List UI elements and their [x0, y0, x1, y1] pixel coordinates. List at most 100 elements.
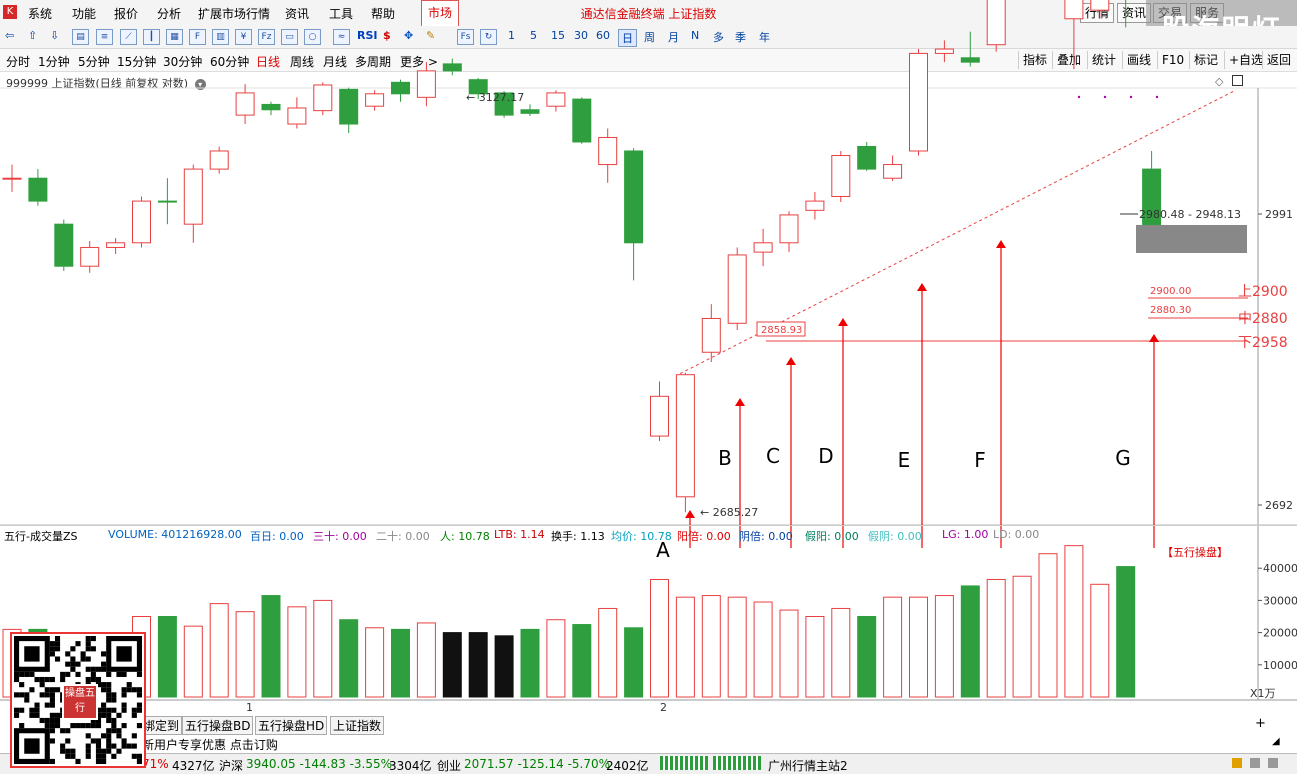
vol-ld: LD: 0.00 [993, 528, 1040, 541]
volume-bar [546, 619, 566, 698]
qr-module [54, 687, 61, 693]
qr-module [126, 687, 132, 693]
candle-body [960, 57, 980, 63]
kline-chart[interactable]: ← 3127.17 ← 2685.27 2858.93 2980.48 - 2948.… [0, 0, 1297, 773]
qr-module [131, 707, 137, 713]
bottom-promo-link[interactable]: 新用户专享优惠 点击订购 [142, 736, 278, 753]
vol-ershi: 二十: 0.00 [376, 530, 430, 543]
volume-bar [753, 601, 773, 698]
qr-module [54, 641, 61, 647]
signal-arrow-head [685, 510, 695, 518]
qr-module [101, 687, 107, 693]
qr-module [29, 687, 35, 693]
bottom-tab-bd[interactable]: 五行操盘BD [182, 716, 254, 735]
qr-module [14, 692, 20, 698]
candle-body [365, 93, 385, 107]
volume-bar [572, 624, 592, 698]
qr-module [70, 748, 76, 754]
signal-letter-e: E [898, 448, 911, 472]
marker-dot [1077, 95, 1081, 99]
volume-bar [261, 595, 281, 698]
qr-module [111, 728, 117, 734]
qr-module [44, 723, 50, 729]
signal-arrow-head [996, 240, 1006, 248]
qr-module [95, 738, 102, 744]
candle-body [313, 84, 333, 112]
vol-jiayang: 假阳: 0.00 [805, 530, 859, 543]
qr-module [131, 753, 137, 759]
bottom-tab-shindex[interactable]: 上证指数 [330, 716, 385, 735]
signal-arrow-head [838, 318, 848, 326]
qr-module [95, 676, 102, 683]
vol-junjia: 均价: 10.78 [611, 530, 672, 543]
qr-module [70, 666, 76, 672]
qr-module [75, 758, 81, 764]
qr-module [101, 666, 107, 672]
box-hi-label: 2900.00 [1150, 286, 1191, 297]
marker-dot [1103, 95, 1107, 99]
candle-body [805, 200, 825, 211]
bottom-tab-hd[interactable]: 五行操盘HD [255, 716, 328, 735]
qr-module [49, 728, 55, 734]
qr-module [121, 743, 127, 749]
candle-body [546, 92, 566, 107]
qr-module [106, 728, 112, 734]
candle-body [235, 92, 255, 116]
status-light-icon [1232, 758, 1242, 768]
qr-module [29, 712, 35, 718]
volume-bar [235, 611, 255, 698]
qr-module [49, 692, 55, 698]
qr-module [65, 661, 71, 667]
volume-tick-label: 40000 [1263, 562, 1297, 575]
vol-ren: 人: 10.78 [440, 530, 490, 543]
qr-module [39, 676, 45, 683]
volume-bar [909, 596, 928, 698]
qr-module [85, 641, 91, 647]
candle-body [727, 254, 747, 324]
qr-module [121, 738, 127, 744]
qr-module [39, 692, 45, 698]
date-label-1: 1 [246, 701, 253, 714]
candle-body [157, 200, 177, 203]
mark-label: 2858.93 [761, 325, 802, 336]
qr-module [121, 702, 127, 708]
qr-module [75, 641, 81, 647]
vol-indicator-name[interactable]: 五行-成交量ZS [4, 528, 78, 544]
qr-module [24, 692, 30, 698]
status-amount-1: 4327亿 [172, 759, 215, 773]
qr-module [126, 682, 132, 688]
status-pct: 71% [142, 757, 169, 771]
volume-bar [183, 625, 203, 698]
candle-body [831, 155, 851, 198]
qr-module [65, 728, 71, 734]
qr-module [49, 717, 55, 724]
volume-bar [857, 616, 877, 698]
qr-module [111, 697, 117, 703]
qr-module [121, 723, 127, 729]
qr-module [49, 723, 55, 729]
volume-bar [1064, 545, 1084, 698]
qr-module [121, 671, 127, 677]
qr-module [121, 687, 127, 693]
qr-module [49, 712, 55, 718]
qr-module [85, 743, 91, 749]
add-icon[interactable]: + [1255, 716, 1266, 731]
candle-body [857, 145, 877, 170]
candle-body [701, 317, 721, 353]
volume-bar [624, 627, 644, 698]
qr-module [85, 656, 91, 662]
vol-ltb: LTB: 1.14 [494, 528, 545, 541]
signal-arrow-head [786, 357, 796, 365]
candle-body [753, 242, 773, 253]
qr-module [34, 707, 40, 713]
qr-module [101, 758, 107, 764]
bottom-tab-bind[interactable]: 绑定到 [140, 716, 183, 735]
qr-module [106, 687, 112, 693]
qr-module [60, 671, 66, 677]
signal-letter-d: D [818, 444, 833, 468]
qr-module [60, 748, 66, 754]
qr-module [111, 753, 117, 759]
scroll-right-icon[interactable]: ◢ [1272, 736, 1280, 747]
qr-module [19, 682, 25, 688]
marker-dot [1155, 95, 1159, 99]
